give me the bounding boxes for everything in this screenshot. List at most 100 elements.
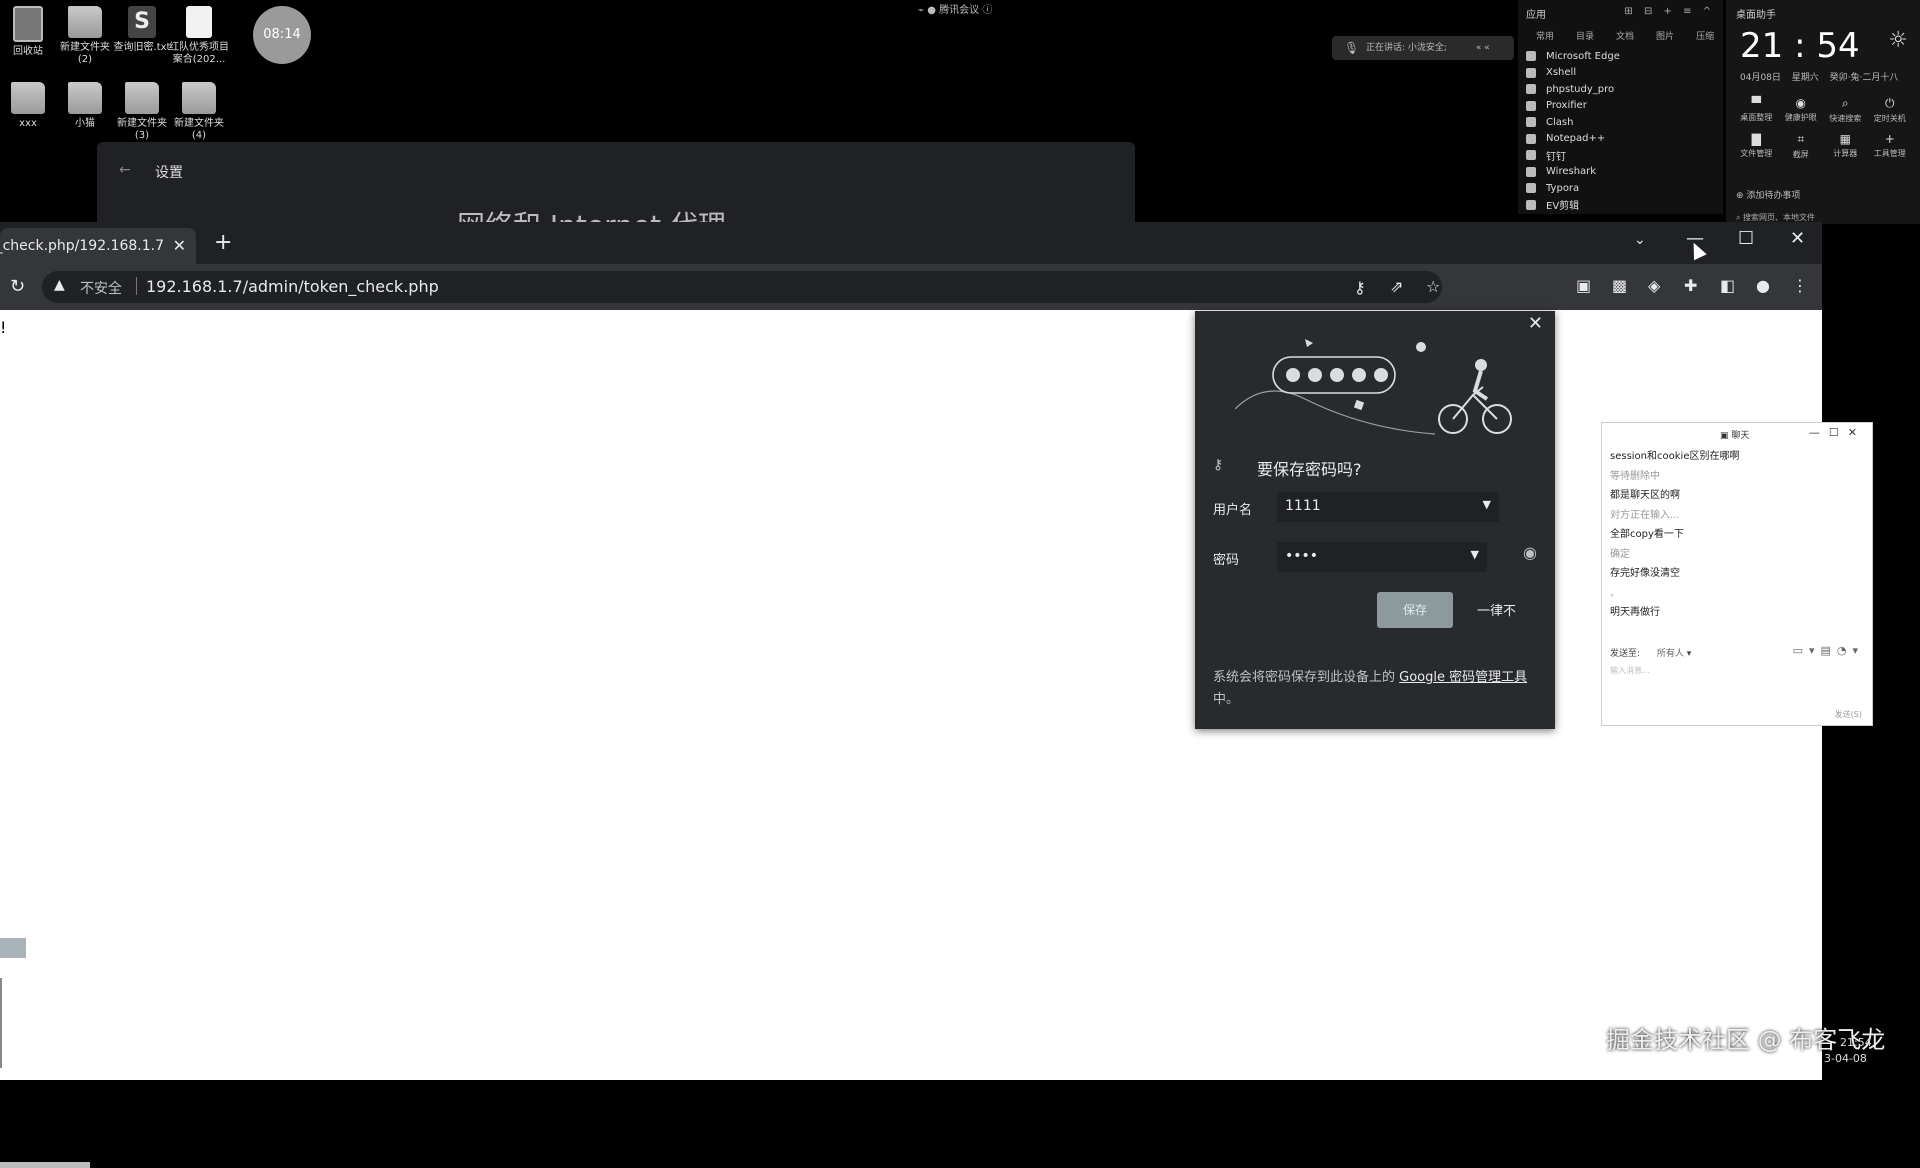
signal-icon: ⌁ ● [918, 5, 936, 16]
desktop-icon-txt-file[interactable]: S 查询旧密.txt [110, 6, 174, 54]
tab-close-icon[interactable]: ✕ [173, 236, 186, 255]
reload-icon[interactable]: ↻ [10, 276, 25, 297]
url-text[interactable]: 192.168.1.7/admin/token_check.php [146, 277, 439, 296]
app-item-typora[interactable]: Typora [1518, 180, 1723, 197]
desktop-icon-xxx[interactable]: xxx [0, 82, 60, 130]
send-to-value[interactable]: 所有人 [1657, 649, 1684, 659]
profile-icon[interactable]: ● [1756, 276, 1770, 295]
add-todo[interactable]: ⊕ 添加待办事项 [1736, 188, 1800, 201]
apps-tab-documents[interactable]: 文档 [1616, 29, 1634, 42]
tool-desktop-organize[interactable]: ▀ 桌面整理 [1734, 96, 1779, 124]
apps-panel-tabs: 常用 目录 文档 图片 压缩 [1518, 27, 1723, 48]
app-item-ev[interactable]: EV剪辑 [1518, 197, 1723, 214]
proxifier-icon [1526, 100, 1536, 111]
tool-quick-search[interactable]: ⌕ 快速搜索 [1823, 96, 1868, 124]
tool-label: 截屏 [1792, 150, 1809, 159]
desktop-assistant-panel: 桌面助手 21 : 54 ☼ 04月08日 星期六 癸卯·兔·二月十八 ▀ 桌面整… [1726, 0, 1920, 224]
app-item-xshell[interactable]: Xshell [1518, 65, 1723, 82]
info-icon: ⓘ [982, 5, 993, 16]
app-label: Typora [1546, 182, 1580, 194]
menu-kebab-icon[interactable]: ⋮ [1792, 276, 1808, 295]
desktop-icon-recycle-bin[interactable]: 回收站 [0, 6, 60, 58]
save-password-dialog: ✕ ⚷ 要保存密码吗? 用户名 1111 ▼ 密码 •••• ▼ ◉ 保存 一律… [1195, 311, 1555, 729]
side-panel-icon[interactable]: ◧ [1720, 276, 1735, 295]
save-button[interactable]: 保存 [1377, 592, 1453, 628]
app-label: Clash [1546, 116, 1574, 128]
warning-icon[interactable]: ▲ [54, 277, 65, 293]
app-label: Wireshark [1546, 166, 1597, 178]
chat-window-controls[interactable]: —☐✕ [1809, 426, 1866, 439]
assistant-date: 04月08日 星期六 癸卯·兔·二月十八 [1740, 70, 1898, 83]
apps-tab-directory[interactable]: 目录 [1576, 29, 1594, 42]
tool-label: 计算器 [1833, 149, 1858, 158]
app-item-notepad[interactable]: Notepad++ [1518, 131, 1723, 148]
close-window-button[interactable]: ✕ [1790, 228, 1805, 249]
floating-clock-widget[interactable]: 08:14 [253, 6, 311, 64]
extension-icon-2[interactable]: ▩ [1612, 276, 1627, 295]
edge-icon [1526, 51, 1536, 62]
bookmark-star-icon[interactable]: ☆ [1426, 277, 1440, 296]
extension-icon-1[interactable]: ▣ [1576, 276, 1591, 295]
tool-label: 文件管理 [1740, 149, 1773, 158]
date-text: 04月08日 [1740, 73, 1781, 83]
send-to-label: 发送至: [1610, 649, 1641, 659]
password-field[interactable]: •••• ▼ [1277, 542, 1487, 572]
app-item-proxifier[interactable]: Proxifier [1518, 98, 1723, 115]
show-password-eye-icon[interactable]: ◉ [1523, 543, 1537, 562]
page-message: ! [0, 318, 7, 337]
maximize-button[interactable]: ☐ [1738, 228, 1754, 249]
insecure-label[interactable]: 不安全 [80, 278, 122, 298]
app-item-dingtalk[interactable]: 钉钉 [1518, 147, 1723, 164]
send-to-selector[interactable]: 发送至: 所有人 ▾ [1610, 646, 1691, 659]
tool-timer-shutdown[interactable]: ⏻ 定时关机 [1868, 96, 1913, 124]
chat-send-button[interactable]: 发送(S) [1835, 709, 1862, 720]
address-bar[interactable]: ▲ 不安全 192.168.1.7/admin/token_check.php … [42, 271, 1442, 303]
desktop-icon-new-folder-2[interactable]: 新建文件夹 (2) [53, 6, 117, 66]
desktop-icon-new-folder-4[interactable]: 新建文件夹 (4) [167, 82, 231, 142]
username-field[interactable]: 1111 ▼ [1277, 492, 1499, 522]
folder-icon [11, 82, 45, 114]
app-item-clash[interactable]: Clash [1518, 114, 1723, 131]
tool-eye-care[interactable]: ◉ 健康护眼 [1779, 96, 1824, 124]
meeting-indicator[interactable]: ⌁ ● 腾讯会议 ⓘ [918, 1, 992, 16]
apps-tab-archives[interactable]: 压缩 [1696, 29, 1714, 42]
phpstudy-icon [1526, 84, 1536, 95]
app-item-phpstudy[interactable]: phpstudy_pro [1518, 81, 1723, 98]
desktop-icon-xiaomao[interactable]: 小猫 [53, 82, 117, 130]
new-tab-button[interactable]: + [214, 230, 232, 255]
username-dropdown-icon[interactable]: ▼ [1483, 498, 1491, 511]
desktop-icon-doc[interactable]: 红队优秀项目案合(202... [167, 6, 231, 66]
chat-tools[interactable]: ▭▾▤◔▾ [1793, 644, 1864, 657]
chat-input[interactable]: 输入消息... [1610, 665, 1650, 676]
browser-tab-active[interactable]: 192.168.1.7/admin/token_check.php ✕ [0, 228, 196, 264]
never-button[interactable]: 一律不 [1477, 600, 1516, 619]
app-item-wireshark[interactable]: Wireshark [1518, 164, 1723, 181]
back-arrow-icon[interactable]: ← [119, 162, 131, 178]
share-icon[interactable]: ⇗ [1390, 277, 1403, 296]
tool-calculator[interactable]: ▦ 计算器 [1823, 132, 1868, 160]
username-value: 1111 [1285, 498, 1321, 514]
tab-search-chevron-icon[interactable]: ⌄ [1634, 232, 1646, 248]
extension-icon-3[interactable]: ◈ [1648, 276, 1660, 295]
tool-screenshot[interactable]: ⌗ 截屏 [1779, 132, 1824, 160]
tool-manage[interactable]: + 工具管理 [1868, 132, 1913, 160]
apps-panel-controls[interactable]: ⊞ ⊟ + ≡ ^ [1624, 6, 1715, 17]
app-item-edge[interactable]: Microsoft Edge [1518, 48, 1723, 65]
apps-tab-images[interactable]: 图片 [1656, 29, 1674, 42]
key-icon[interactable]: ⚷ [1354, 278, 1366, 297]
extensions-puzzle-icon[interactable]: ✚ [1684, 276, 1697, 295]
clash-icon [1526, 117, 1536, 128]
desktop-icon-label: 查询旧密.txt [113, 42, 171, 53]
tool-file-manager[interactable]: ▇ 文件管理 [1734, 132, 1779, 160]
app-label: EV剪辑 [1546, 201, 1580, 213]
apps-tab-common[interactable]: 常用 [1536, 29, 1554, 42]
desktop-icon-new-folder-3[interactable]: 新建文件夹 (3) [110, 82, 174, 142]
chat-title: ▣ 聊天 [1720, 431, 1750, 441]
chat-messages: session和cookie区别在哪啊 等待删除中 都是聊天区的啊 对方正在输入… [1610, 447, 1860, 623]
dialog-close-icon[interactable]: ✕ [1528, 313, 1543, 334]
desktop-icon-label: 新建文件夹 (2) [60, 42, 110, 65]
password-dropdown-icon[interactable]: ▼ [1471, 548, 1479, 561]
side-handle[interactable] [0, 938, 26, 958]
desktop-icon-label: xxx [19, 118, 37, 129]
password-manager-link[interactable]: Google 密码管理工具 [1399, 670, 1527, 685]
